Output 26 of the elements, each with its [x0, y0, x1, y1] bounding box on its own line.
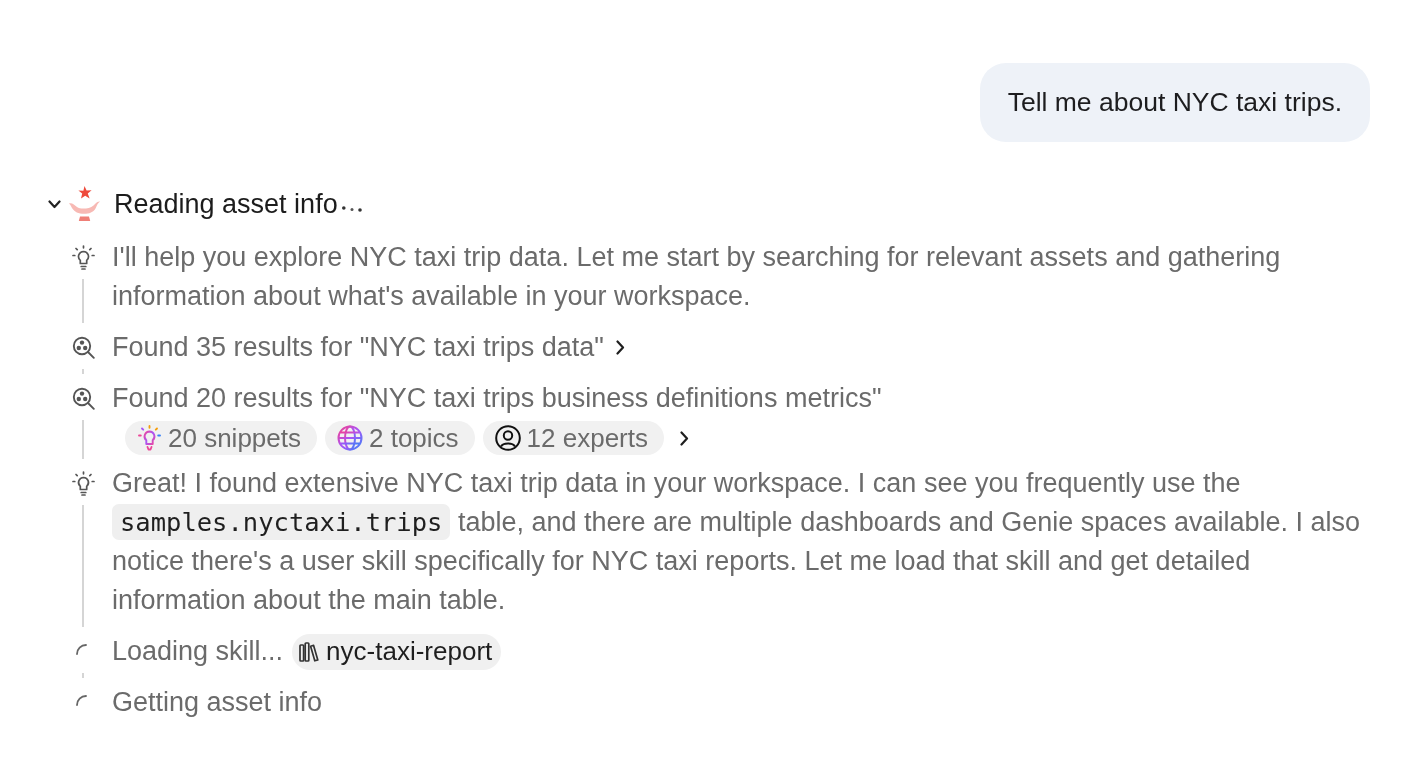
- step-text: Getting asset info: [112, 686, 323, 719]
- experts-chip[interactable]: 12 experts: [482, 421, 664, 455]
- step-text: Great! I found extensive NYC taxi trip data in your workspace. I can see you frequently use the samples.nyctaxi.trips table, and there are multiple dashboards and Genie spaces available. I also notice there's a user skill specifically for NYC taxi reports. Let me load that skill and get detailed information about the main table.: [112, 467, 1361, 617]
- lamp-icon: [69, 186, 100, 222]
- search-icon: [71, 336, 95, 359]
- step-text: Loading skill...: [112, 635, 284, 668]
- books-icon: [299, 641, 320, 662]
- chevron-down-icon[interactable]: [48, 199, 61, 209]
- skill-chip[interactable]: nyc-taxi-report: [292, 633, 502, 670]
- snippets-chip[interactable]: 20 snippets: [125, 421, 317, 455]
- chevron-right-icon[interactable]: [680, 430, 689, 446]
- lightbulb-icon: [70, 245, 96, 270]
- step-text: I'll help you explore NYC taxi trip data. Let me start by searching for relevant assets and gathering information about what's available in your workspace.: [112, 241, 1282, 313]
- step-text: Found 20 results for "NYC taxi trips business definitions metrics": [112, 382, 882, 415]
- user-message-bubble: Tell me about NYC taxi trips.: [979, 63, 1370, 142]
- user-circle-icon: [494, 425, 521, 451]
- lightbulb-icon: [70, 471, 96, 496]
- step-text: Found 35 results for "NYC taxi trips data": [112, 331, 604, 364]
- chevron-right-icon[interactable]: [615, 340, 625, 355]
- search-icon: [71, 387, 95, 410]
- globe-icon: [337, 425, 363, 451]
- spinner-icon: [76, 695, 87, 706]
- lightbulb-icon: [137, 425, 162, 451]
- spinner-icon: [76, 644, 87, 655]
- activity-title: Reading asset info: [114, 188, 338, 220]
- topics-chip[interactable]: 2 topics: [325, 421, 475, 455]
